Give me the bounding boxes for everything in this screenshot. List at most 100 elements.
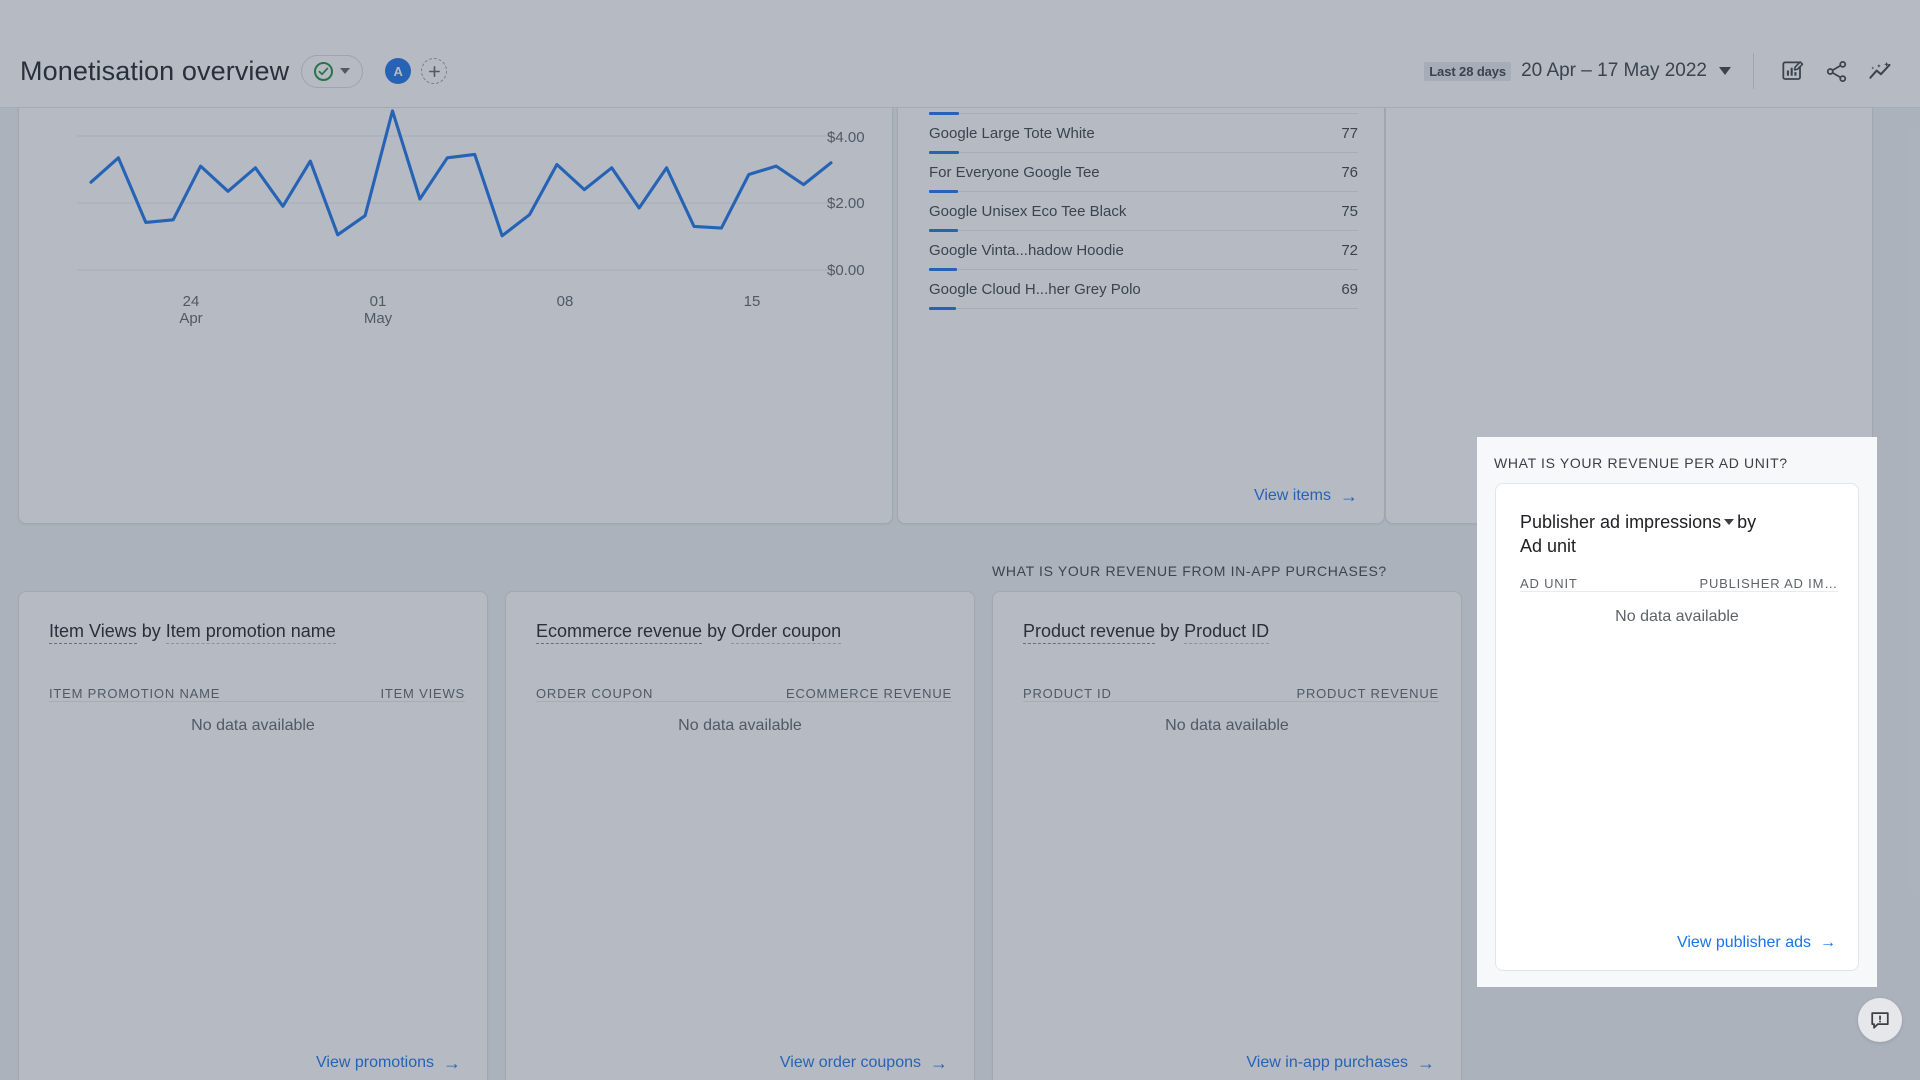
list-item-value: 76 bbox=[1341, 163, 1358, 181]
card-title-metric[interactable]: Item Views bbox=[49, 621, 137, 644]
table-header: PRODUCT ID PRODUCT REVENUE bbox=[1023, 672, 1439, 702]
insights-icon[interactable] bbox=[1858, 49, 1902, 93]
date-range-selector[interactable]: Last 28 days 20 Apr – 17 May 2022 bbox=[1424, 60, 1731, 82]
y-tick-label: $2.00 bbox=[827, 195, 865, 212]
empty-state-text: No data available bbox=[1615, 608, 1739, 625]
col-header-metric: PUBLISHER AD IM… bbox=[1699, 576, 1838, 591]
page-title: Monetisation overview bbox=[20, 55, 290, 86]
card-title-joiner: by bbox=[1737, 512, 1757, 532]
check-circle-icon bbox=[314, 61, 334, 81]
card-title-dimension[interactable]: Product ID bbox=[1184, 621, 1270, 644]
card-title-dimension[interactable]: Order coupon bbox=[731, 621, 842, 644]
view-publisher-ads-label: View publisher ads bbox=[1676, 934, 1811, 951]
list-item-label: Google Vinta...hadow Hoodie bbox=[929, 241, 1124, 259]
empty-state-text: No data available bbox=[191, 717, 315, 734]
app-header: Monetisation overview A Last 28 days 20 … bbox=[0, 0, 1920, 108]
view-in-app-purchases-link[interactable]: View in-app purchases → bbox=[1246, 1054, 1435, 1072]
feedback-icon[interactable] bbox=[1858, 998, 1902, 1042]
x-tick-label: 01 May bbox=[363, 293, 393, 328]
col-header-dimension: PRODUCT ID bbox=[1023, 686, 1112, 701]
arrow-right-icon: → bbox=[1820, 934, 1836, 951]
section-heading-in-app-purchases: WHAT IS YOUR REVENUE FROM IN-APP PURCHAS… bbox=[992, 563, 1387, 579]
x-tick-label: 15 bbox=[743, 293, 761, 310]
arrow-right-icon: → bbox=[1340, 486, 1358, 506]
revenue-line-chart-card: $4.00 $2.00 $0.00 24 Apr 01 May 08 15 bbox=[18, 46, 893, 524]
col-header-dimension: AD UNIT bbox=[1520, 576, 1578, 591]
line-chart-svg bbox=[77, 109, 835, 271]
card-title-joiner: by bbox=[136, 621, 166, 641]
arrow-right-icon: → bbox=[1417, 1053, 1435, 1073]
col-header-metric: ECOMMERCE REVENUE bbox=[785, 686, 952, 701]
empty-state-text: No data available bbox=[1165, 717, 1289, 734]
add-user-icon[interactable] bbox=[421, 58, 448, 84]
card-title-dimension[interactable]: Ad unit bbox=[1520, 535, 1838, 559]
header-title-group: Monetisation overview A bbox=[0, 54, 448, 88]
table-header: ITEM PROMOTION NAME ITEM VIEWS bbox=[49, 672, 465, 702]
list-item-label: Google Unisex Eco Tee Black bbox=[929, 202, 1127, 220]
list-item-value: 77 bbox=[1341, 124, 1358, 142]
col-header-metric: ITEM VIEWS bbox=[380, 686, 465, 701]
avatar-initial: A bbox=[393, 63, 403, 79]
chevron-down-icon bbox=[340, 68, 351, 74]
header-actions: Last 28 days 20 Apr – 17 May 2022 bbox=[1424, 49, 1920, 93]
table-header: ORDER COUPON ECOMMERCE REVENUE bbox=[536, 672, 952, 702]
data-status-badge[interactable] bbox=[301, 54, 364, 88]
empty-state-text: No data available bbox=[678, 717, 802, 734]
list-item[interactable]: For Everyone Google Tee 76 bbox=[929, 153, 1358, 193]
highlighted-ad-unit-section: WHAT IS YOUR REVENUE PER AD UNIT? Publis… bbox=[1477, 437, 1877, 987]
top-items-list: Google Large Tote White 77 For Everyone Go… bbox=[929, 109, 1358, 310]
list-item-value: 75 bbox=[1341, 202, 1358, 220]
card-title: Publisher ad impressions by Ad unit bbox=[1520, 511, 1838, 559]
date-preset-label: Last 28 days bbox=[1424, 61, 1512, 81]
list-item[interactable]: Google Unisex Eco Tee Black 75 bbox=[929, 192, 1358, 232]
item-bar bbox=[929, 307, 956, 310]
chevron-down-icon[interactable] bbox=[1724, 519, 1735, 526]
y-tick-label: $0.00 bbox=[827, 262, 865, 279]
chevron-down-icon bbox=[1719, 67, 1731, 75]
section-heading-ad-unit: WHAT IS YOUR REVENUE PER AD UNIT? bbox=[1494, 455, 1788, 471]
view-items-label: View items bbox=[1253, 487, 1331, 504]
table-header: AD UNIT PUBLISHER AD IM… bbox=[1520, 564, 1838, 592]
card-title-metric[interactable]: Ecommerce revenue bbox=[536, 621, 703, 644]
card-title-joiner: by bbox=[1155, 621, 1185, 641]
view-order-coupons-link[interactable]: View order coupons → bbox=[780, 1054, 948, 1072]
list-item[interactable]: Google Vinta...hadow Hoodie 72 bbox=[929, 231, 1358, 271]
card-title: Ecommerce revenue by Order coupon bbox=[536, 620, 952, 644]
header-divider bbox=[1753, 53, 1754, 89]
list-item-label: For Everyone Google Tee bbox=[929, 163, 1100, 181]
y-tick-label: $4.00 bbox=[827, 129, 865, 146]
col-header-dimension: ITEM PROMOTION NAME bbox=[49, 686, 221, 701]
card-title-dimension[interactable]: Item promotion name bbox=[165, 621, 336, 644]
date-range-text: 20 Apr – 17 May 2022 bbox=[1521, 60, 1707, 81]
col-header-dimension: ORDER COUPON bbox=[536, 686, 654, 701]
card-title: Product revenue by Product ID bbox=[1023, 620, 1439, 644]
top-items-card: Google Large Tote White 77 For Everyone Go… bbox=[897, 46, 1385, 524]
list-item-value: 72 bbox=[1341, 241, 1358, 259]
publisher-ad-impressions-card: Publisher ad impressions by Ad unit AD UN… bbox=[1495, 483, 1859, 971]
view-promotions-link[interactable]: View promotions → bbox=[316, 1054, 461, 1072]
col-header-metric: PRODUCT REVENUE bbox=[1296, 686, 1439, 701]
view-promotions-label: View promotions bbox=[316, 1054, 434, 1071]
arrow-right-icon: → bbox=[930, 1053, 948, 1073]
view-publisher-ads-link[interactable]: View publisher ads → bbox=[1677, 934, 1836, 952]
list-item-label: Google Cloud H...her Grey Polo bbox=[929, 280, 1141, 298]
card-title-joiner: by bbox=[702, 621, 732, 641]
list-item-label: Google Large Tote White bbox=[929, 124, 1095, 142]
list-item[interactable]: Google Large Tote White 77 bbox=[929, 114, 1358, 154]
ecommerce-revenue-by-coupon-card: Ecommerce revenue by Order coupon ORDER … bbox=[505, 591, 975, 1080]
edit-chart-icon[interactable] bbox=[1770, 49, 1814, 93]
avatar[interactable]: A bbox=[385, 58, 412, 84]
view-in-app-purchases-label: View in-app purchases bbox=[1246, 1054, 1408, 1071]
view-order-coupons-label: View order coupons bbox=[779, 1054, 921, 1071]
share-icon[interactable] bbox=[1814, 49, 1858, 93]
product-revenue-by-product-id-card: Product revenue by Product ID PRODUCT ID… bbox=[992, 591, 1462, 1080]
card-title-metric[interactable]: Product revenue bbox=[1023, 621, 1156, 644]
item-views-by-promotion-card: Item Views by Item promotion name ITEM P… bbox=[18, 591, 488, 1080]
card-title: Item Views by Item promotion name bbox=[49, 620, 465, 644]
x-tick-label: 08 bbox=[556, 293, 574, 310]
view-items-link[interactable]: View items → bbox=[1254, 487, 1358, 505]
chart-plot-area: $4.00 $2.00 $0.00 24 Apr 01 May 08 15 bbox=[19, 109, 892, 523]
list-item[interactable]: Google Cloud H...her Grey Polo 69 bbox=[929, 270, 1358, 310]
header-inner: Monetisation overview A Last 28 days 20 … bbox=[0, 34, 1920, 108]
card-title-metric[interactable]: Publisher ad impressions bbox=[1520, 512, 1721, 532]
